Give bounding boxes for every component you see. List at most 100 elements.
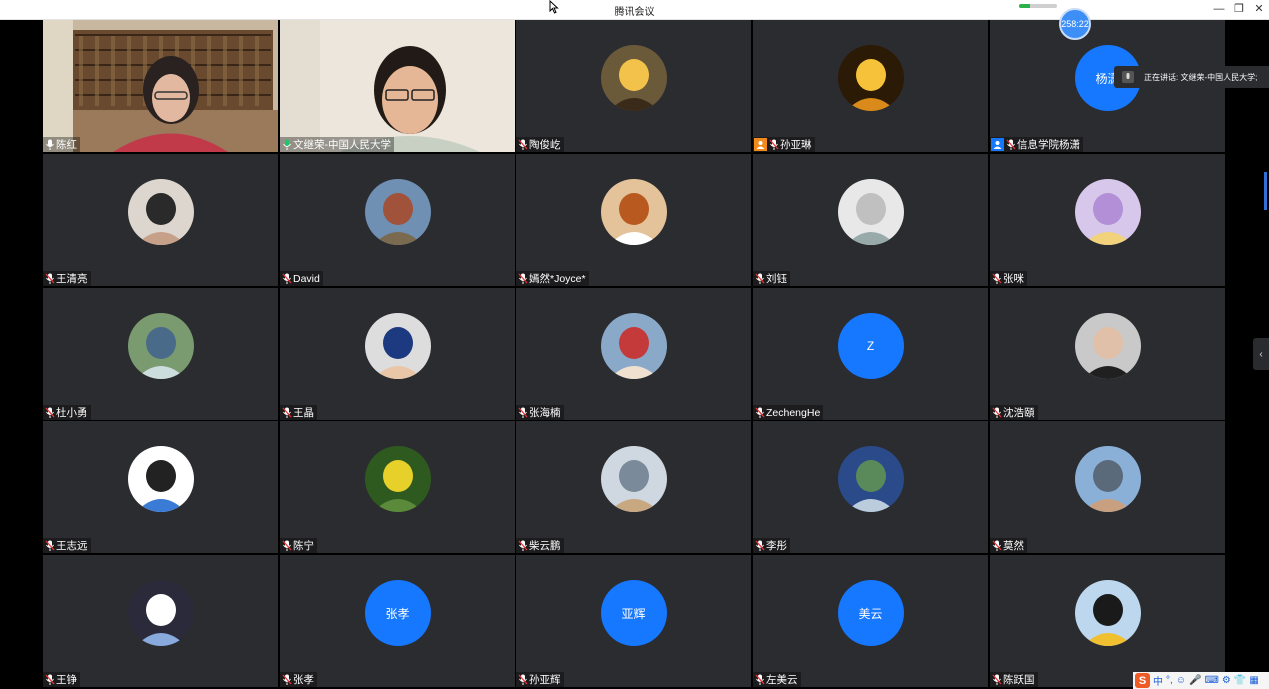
participant-tile[interactable]: Z ZechengHe	[753, 288, 988, 420]
participant-tile[interactable]: 柴云鹏	[516, 421, 751, 553]
participant-tile[interactable]: 陈红	[43, 20, 278, 152]
participant-tile[interactable]: 沈浩頤	[990, 288, 1225, 420]
participant-name: 孙亚琳	[780, 139, 812, 151]
ime-voice-icon[interactable]: 🎤	[1189, 675, 1201, 686]
avatar-photo	[127, 313, 194, 379]
participant-name-row: 王志远	[43, 538, 91, 553]
participant-avatar	[364, 313, 431, 379]
ime-punct[interactable]: °,	[1166, 675, 1173, 686]
avatar-photo	[600, 446, 667, 512]
participant-tile[interactable]: 美云 左美云	[753, 555, 988, 687]
participant-tile[interactable]: 嫣然*Joyce*	[516, 154, 751, 286]
ime-skin-icon[interactable]: 👕	[1234, 675, 1246, 686]
avatar-photo	[364, 446, 431, 512]
participant-avatar	[127, 179, 194, 245]
participant-tile[interactable]: 莫然	[990, 421, 1225, 553]
participant-name: 张孝	[293, 674, 314, 686]
participant-tile[interactable]: 王晶	[280, 288, 515, 420]
mic-muted-icon	[45, 540, 55, 551]
participant-name-row: 莫然	[990, 538, 1027, 553]
mic-icon	[46, 139, 54, 150]
cohost-badge-icon	[991, 138, 1004, 151]
participant-tile[interactable]: 孙亚琳	[753, 20, 988, 152]
network-quality-fill	[1019, 4, 1031, 8]
mic-muted-icon	[518, 674, 528, 685]
participant-name: 王晶	[293, 407, 314, 419]
participant-tile[interactable]: 李彤	[753, 421, 988, 553]
participant-tile[interactable]: 亚辉 孙亚辉	[516, 555, 751, 687]
participant-name: 沈浩頤	[1003, 407, 1035, 419]
avatar-photo	[1074, 313, 1141, 379]
participant-tile[interactable]: 刘钰	[753, 154, 988, 286]
host-badge-icon	[754, 138, 767, 151]
mic-muted-icon	[518, 273, 528, 284]
avatar-photo	[600, 179, 667, 245]
participant-name: 李彤	[766, 540, 787, 552]
participant-tile[interactable]: 陶俊屹	[516, 20, 751, 152]
participant-avatar	[600, 313, 667, 379]
speaker-mic-icon	[1122, 71, 1134, 83]
participant-name-row: 沈浩頤	[990, 405, 1038, 420]
participant-avatar	[364, 446, 431, 512]
ime-emoji-icon[interactable]: ☺	[1176, 675, 1186, 686]
ime-tools-icon[interactable]: ⚙	[1222, 675, 1231, 686]
participant-avatar	[127, 446, 194, 512]
mic-muted-icon	[45, 273, 55, 284]
ime-grid-icon[interactable]: ▦	[1249, 675, 1258, 686]
mic-muted-icon	[45, 407, 55, 418]
participant-tile[interactable]: David	[280, 154, 515, 286]
restore-button[interactable]: ❐	[1231, 2, 1247, 16]
participant-tile[interactable]: 文继荣-中国人民大学	[280, 20, 515, 152]
ime-mode[interactable]: 中	[1153, 673, 1163, 688]
scrollbar-thumb[interactable]	[1264, 172, 1267, 210]
collapse-panel-button[interactable]: ‹	[1253, 338, 1269, 370]
ime-keyboard-icon[interactable]: ⌨	[1204, 675, 1218, 686]
participant-avatar: Z	[837, 313, 904, 379]
participant-name: ZechengHe	[766, 406, 821, 419]
participant-name-row: 陶俊屹	[516, 137, 564, 152]
participant-name: David	[293, 272, 320, 285]
participant-avatar	[127, 580, 194, 646]
participant-tile[interactable]: 王清亮	[43, 154, 278, 286]
mic-muted-icon	[769, 139, 779, 150]
participant-name-row: 信息学院杨潇	[990, 137, 1083, 152]
meeting-timer[interactable]: 258:22	[1059, 8, 1091, 40]
participant-name-row: 张咪	[990, 271, 1027, 286]
participant-avatar	[1074, 446, 1141, 512]
video-feed-speaker	[280, 20, 515, 152]
participant-tile[interactable]: 张孝 张孝	[280, 555, 515, 687]
ime-toolbar[interactable]: S 中 °, ☺ 🎤 ⌨ ⚙ 👕 ▦	[1133, 672, 1269, 689]
participant-tile[interactable]: 张咪	[990, 154, 1225, 286]
sogou-logo-icon: S	[1135, 673, 1150, 688]
participant-name: 王清亮	[56, 273, 88, 285]
participant-name-row: David	[280, 271, 323, 286]
avatar-photo	[127, 179, 194, 245]
participant-avatar	[1074, 580, 1141, 646]
participant-tile[interactable]: 陈跃国	[990, 555, 1225, 687]
participant-name: 柴云鹏	[529, 540, 561, 552]
participant-name: 刘钰	[766, 273, 787, 285]
participant-name: 孙亚辉	[529, 674, 561, 686]
participant-name-row: 陈宁	[280, 538, 317, 553]
participant-name: 杜小勇	[56, 407, 88, 419]
participant-name-row: ZechengHe	[753, 405, 824, 420]
minimize-button[interactable]: —	[1211, 2, 1227, 16]
participant-tile[interactable]: 杜小勇	[43, 288, 278, 420]
participant-avatar	[127, 313, 194, 379]
participant-tile[interactable]: 陈宁	[280, 421, 515, 553]
participant-name-row: 李彤	[753, 538, 790, 553]
close-button[interactable]: ✕	[1251, 2, 1267, 16]
participant-avatar: 美云	[837, 580, 904, 646]
participant-tile[interactable]: 王志远	[43, 421, 278, 553]
participant-name-row: 陈跃国	[990, 672, 1038, 687]
speaking-indicator-text: 正在讲话: 文继荣-中国人民大学;	[1144, 72, 1258, 82]
participant-tile[interactable]: 王铮	[43, 555, 278, 687]
mic-muted-icon	[755, 674, 765, 685]
mic-muted-icon	[518, 139, 528, 150]
avatar-photo	[127, 446, 194, 512]
participant-name-row: 杜小勇	[43, 405, 91, 420]
avatar-photo	[127, 580, 194, 646]
participant-avatar: 张孝	[364, 580, 431, 646]
participant-tile[interactable]: 张海楠	[516, 288, 751, 420]
participant-name-row: 王晶	[280, 405, 317, 420]
